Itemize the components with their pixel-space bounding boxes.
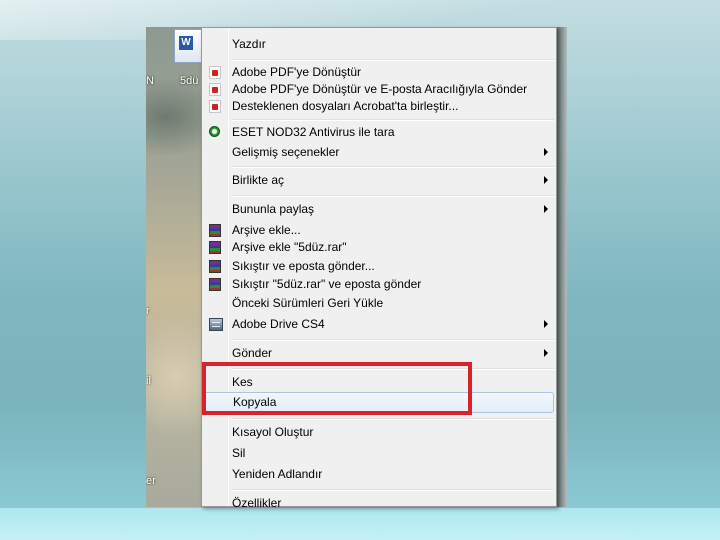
winrar-icon	[209, 278, 221, 291]
desktop-file-label[interactable]: 5dü	[180, 75, 198, 87]
menu-separator	[231, 418, 554, 420]
menu-item-label: Yazdır	[232, 37, 266, 51]
acrobat-combine-icon	[209, 100, 221, 113]
pdf-mail-icon	[209, 83, 221, 96]
winrar-icon	[209, 224, 221, 237]
winrar-icon	[209, 241, 221, 254]
menu-item-label: Sıkıştır "5düz.rar" ve eposta gönder	[232, 277, 422, 291]
desktop-text-fragment: er	[146, 475, 156, 487]
menu-item-delete[interactable]: Sil	[204, 443, 554, 464]
eset-icon	[209, 126, 220, 137]
menu-separator	[231, 59, 554, 61]
menu-item-create-shortcut[interactable]: Kısayol Oluştur	[204, 422, 554, 443]
menu-item-label: Yeniden Adlandır	[232, 467, 323, 481]
menu-item-label: Adobe PDF'ye Dönüştür ve E-posta Aracılı…	[232, 82, 528, 96]
menu-separator	[231, 166, 554, 168]
menu-item-label: Önceki Sürümleri Geri Yükle	[232, 296, 384, 310]
menu-item-restore-versions[interactable]: Önceki Sürümleri Geri Yükle	[204, 293, 554, 314]
menu-item-label: Adobe Drive CS4	[232, 317, 325, 331]
menu-item-compress-rar-email[interactable]: Sıkıştır "5düz.rar" ve eposta gönder	[204, 274, 554, 295]
menu-item-label: Sil	[232, 446, 246, 460]
menu-separator	[231, 489, 554, 491]
menu-item-label: Adobe PDF'ye Dönüştür	[232, 65, 362, 79]
window-edge	[556, 27, 567, 507]
menu-item-advanced-options[interactable]: Gelişmiş seçenekler	[204, 142, 554, 163]
desktop-text-fragment: N	[146, 75, 154, 87]
menu-item-label: Gelişmiş seçenekler	[232, 145, 340, 159]
context-menu: Yazdır Adobe PDF'ye Dönüştür Adobe PDF'y…	[201, 27, 557, 510]
submenu-arrow-icon	[544, 148, 548, 156]
highlight-annotation-box	[202, 362, 472, 415]
menu-item-label: Arşive ekle "5düz.rar"	[232, 240, 347, 254]
menu-item-send-to[interactable]: Gönder	[204, 343, 554, 364]
menu-item-rename[interactable]: Yeniden Adlandır	[204, 464, 554, 485]
menu-item-adobe-drive[interactable]: Adobe Drive CS4	[204, 314, 554, 335]
desktop-text-fragment: r	[146, 305, 150, 317]
menu-item-label: Özellikler	[232, 496, 282, 510]
submenu-arrow-icon	[544, 205, 548, 213]
winrar-icon	[209, 260, 221, 273]
menu-item-label: Gönder	[232, 346, 273, 360]
menu-item-label: ESET NOD32 Antivirus ile tara	[232, 125, 395, 139]
menu-separator	[231, 195, 554, 197]
word-logo-icon: W	[179, 36, 193, 50]
menu-item-eset-scan[interactable]: ESET NOD32 Antivirus ile tara	[204, 122, 554, 143]
menu-item-label: Desteklenen dosyaları Acrobat'ta birleşt…	[232, 99, 459, 113]
menu-item-label: Arşive ekle...	[232, 223, 301, 237]
menu-separator	[231, 339, 554, 341]
menu-item-acrobat-combine[interactable]: Desteklenen dosyaları Acrobat'ta birleşt…	[204, 96, 554, 117]
adobe-drive-icon	[209, 318, 223, 331]
menu-item-label: Kısayol Oluştur	[232, 425, 314, 439]
submenu-arrow-icon	[544, 176, 548, 184]
menu-item-open-with[interactable]: Birlikte aç	[204, 170, 554, 191]
menu-item-label: Birlikte aç	[232, 173, 285, 187]
menu-separator	[231, 119, 554, 121]
pdf-icon	[209, 66, 221, 79]
menu-item-label: Sıkıştır ve eposta gönder...	[232, 259, 375, 273]
menu-item-add-to-rar[interactable]: Arşive ekle "5düz.rar"	[204, 237, 554, 258]
submenu-arrow-icon	[544, 349, 548, 357]
menu-item-share-with[interactable]: Bununla paylaş	[204, 199, 554, 220]
menu-item-print[interactable]: Yazdır	[204, 34, 554, 55]
word-document-icon[interactable]: W	[174, 29, 204, 63]
menu-item-label: Bununla paylaş	[232, 202, 315, 216]
submenu-arrow-icon	[544, 320, 548, 328]
menu-item-properties[interactable]: Özellikler	[204, 493, 554, 514]
desktop-text-fragment: il	[146, 375, 151, 387]
